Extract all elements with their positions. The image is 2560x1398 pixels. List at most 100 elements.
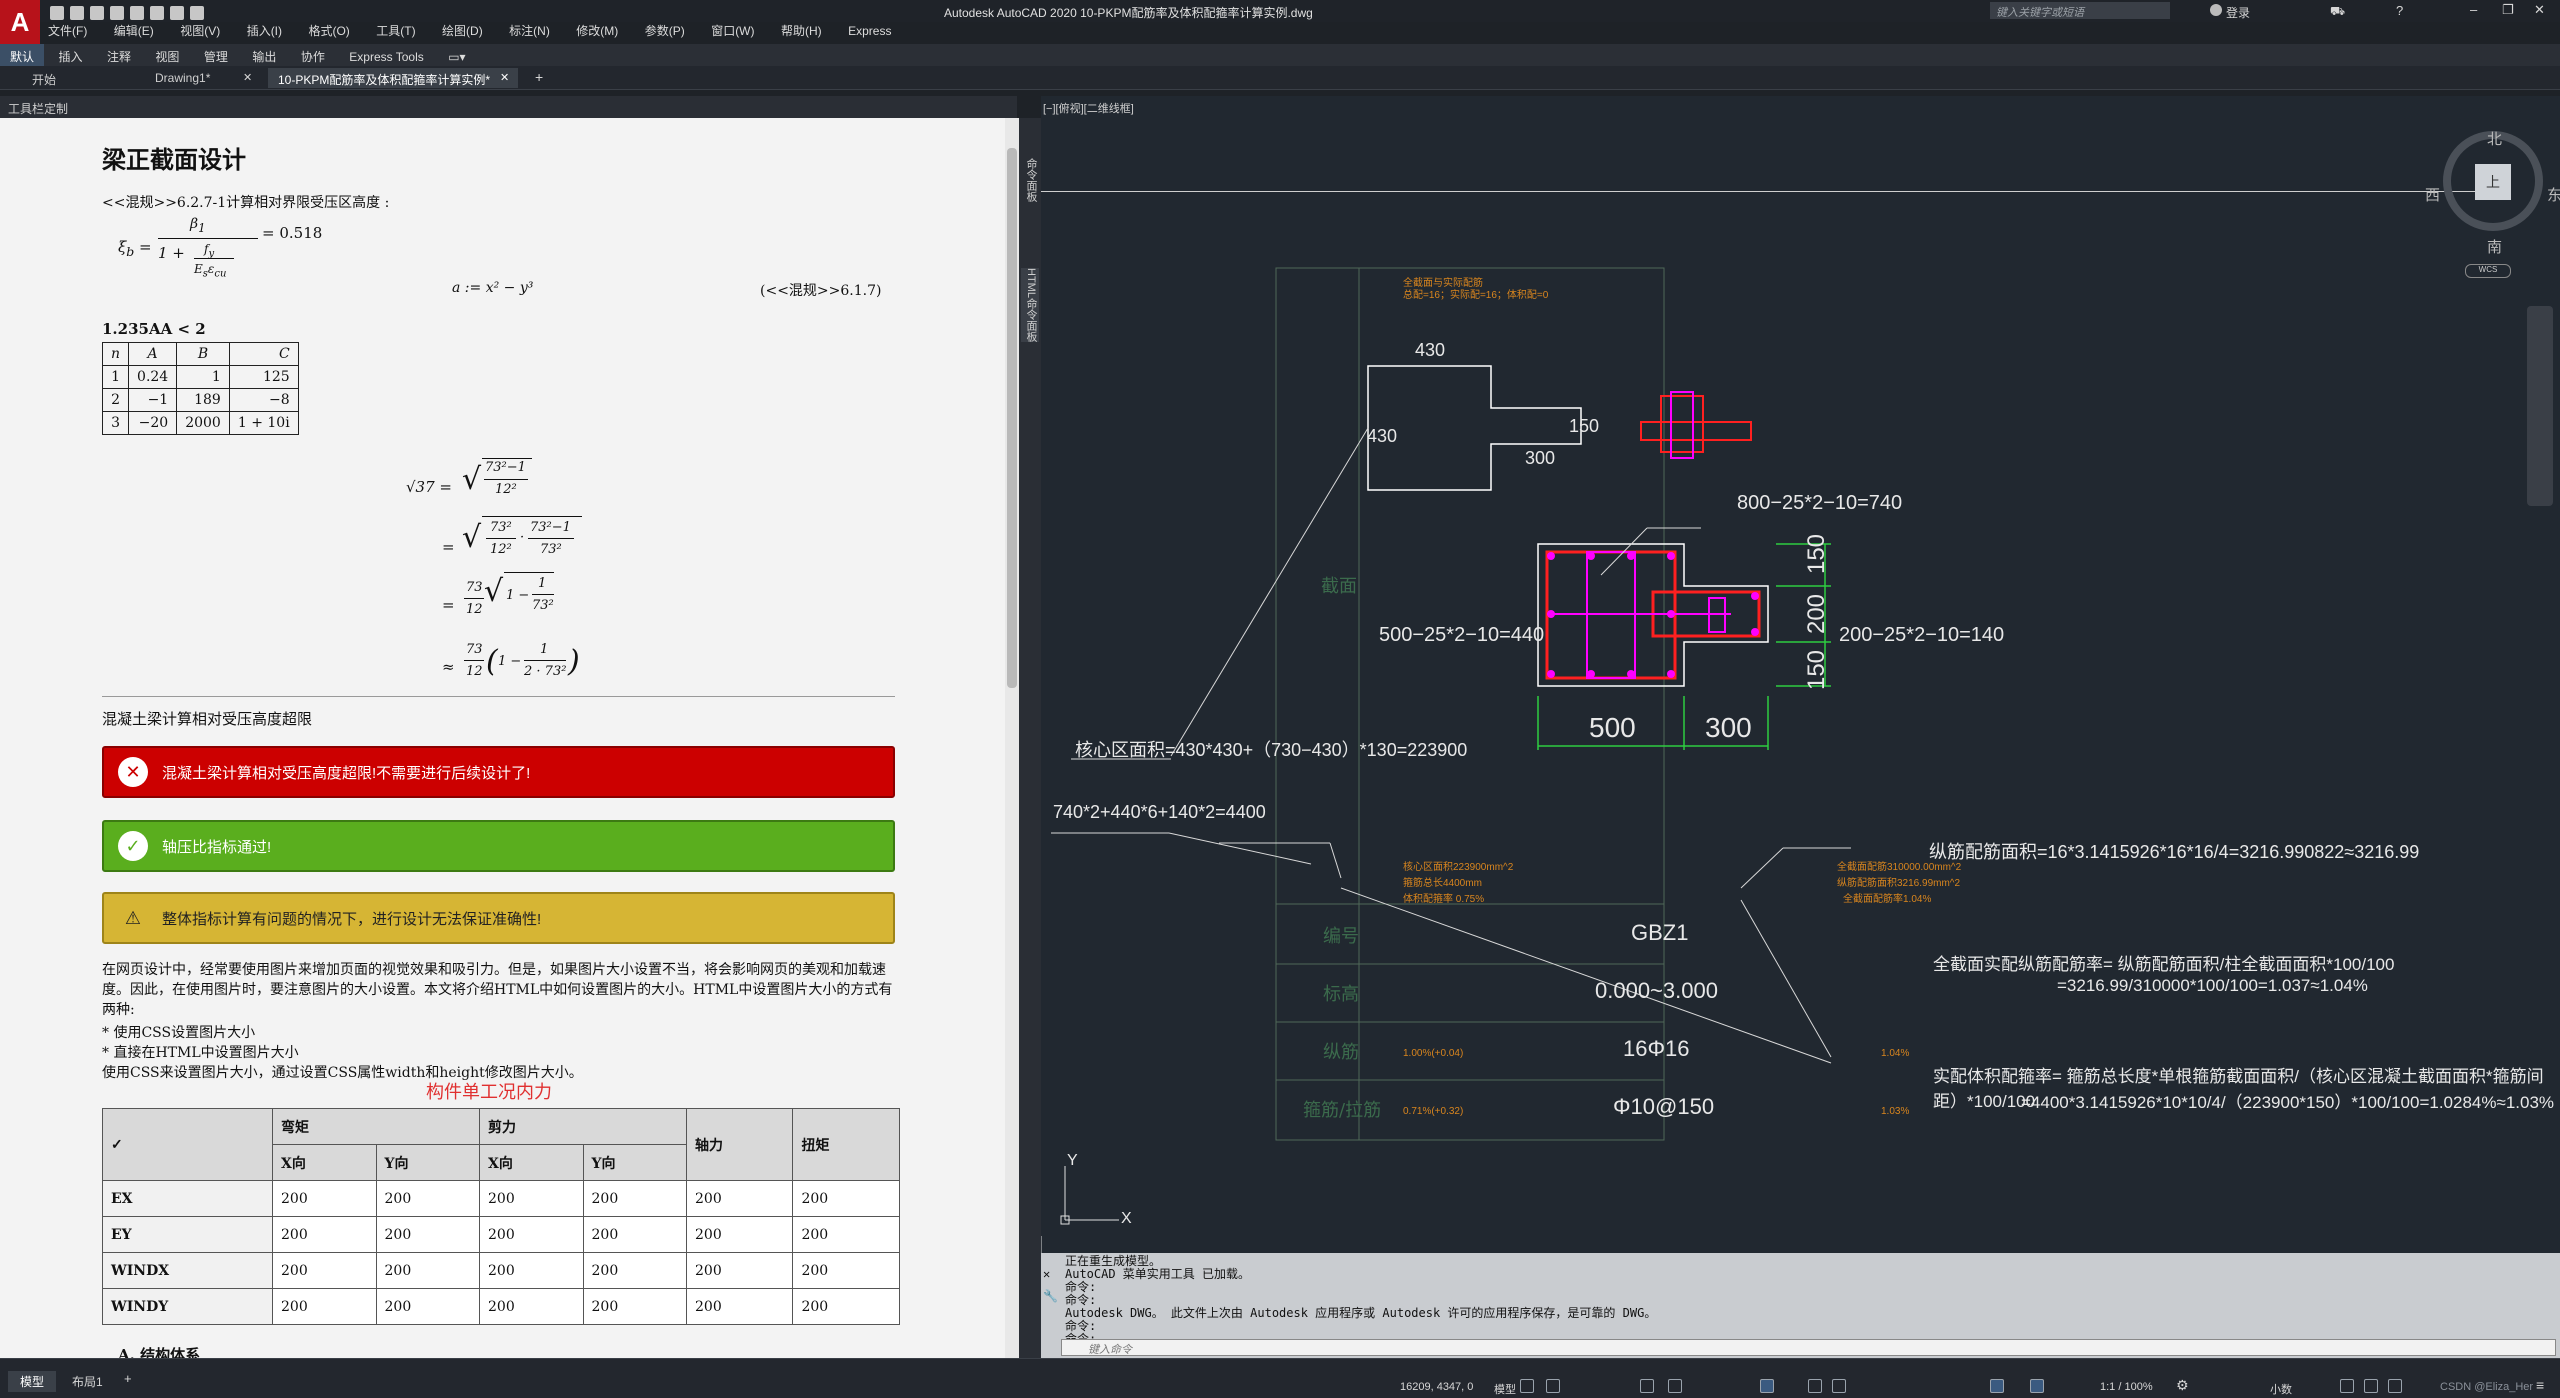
saveas-icon[interactable]: [110, 5, 124, 20]
small-note: 体积配箍率 0.75%: [1403, 894, 1485, 905]
grid-icon[interactable]: [1520, 1379, 1534, 1393]
menu-window[interactable]: 窗口(W): [711, 22, 754, 39]
units-dropdown[interactable]: 小数: [2270, 1381, 2292, 1397]
autocad-logo[interactable]: A: [0, 0, 40, 44]
selection-cycling-icon[interactable]: [1990, 1379, 2004, 1393]
add-layout-icon[interactable]: +: [124, 1371, 132, 1386]
annotation-icon[interactable]: [2030, 1379, 2044, 1393]
table-cell: 200: [582, 1252, 687, 1289]
dim-text: 300: [1705, 712, 1752, 743]
menu-format[interactable]: 格式(O): [308, 22, 349, 39]
ortho-icon[interactable]: [1640, 1379, 1654, 1393]
table-row: EX 200 200 200 200 200 200: [102, 1180, 900, 1217]
snap-icon[interactable]: [1546, 1379, 1560, 1393]
layout-tab-model[interactable]: 模型: [8, 1371, 57, 1392]
alert-error-text: 混凝土梁计算相对受压高度超限!不需要进行后续设计了!: [162, 764, 531, 782]
bullet-item: * 使用CSS设置图片大小: [102, 1025, 256, 1041]
watermark: CSDN @Eliza_Her: [2440, 1381, 2534, 1393]
history-line: 命令:: [1065, 1280, 1097, 1294]
side-tab-html[interactable]: HTML命令面板: [1021, 268, 1039, 342]
table-cell: 3: [101, 411, 130, 435]
customize-icon[interactable]: ≡: [2536, 1377, 2544, 1393]
html-document-panel: 梁正截面设计 <<混规>>6.2.7-1计算相对界限受压区高度 : ξb = β…: [0, 118, 1005, 1358]
search-input[interactable]: 键入关键字或短语: [1990, 2, 2170, 19]
drawing-frame: [1275, 267, 1665, 1141]
scrollbar[interactable]: [1005, 118, 1019, 1358]
history-line: AutoCAD 菜单实用工具 已加载。: [1065, 1267, 1251, 1281]
document-tabs: 开始 Drawing1* ✕ 10-PKPM配筋率及体积配箍率计算实例* ✕ +: [0, 66, 2560, 90]
osnap-icon[interactable]: [1760, 1379, 1774, 1393]
derivation-line: =: [442, 538, 455, 556]
save-icon[interactable]: [90, 5, 104, 20]
new-icon[interactable]: [50, 5, 64, 20]
user-icon[interactable]: [2210, 4, 2222, 16]
table-row: WINDX 200 200 200 200 200 200: [102, 1252, 900, 1289]
hardware-icon[interactable]: [2364, 1379, 2378, 1393]
group-header: 剪力: [479, 1108, 687, 1145]
layout-tab-layout1[interactable]: 布局1: [68, 1371, 107, 1392]
menu-draw[interactable]: 绘图(D): [442, 22, 483, 39]
ribbon-toggle-icon[interactable]: ▭▾: [438, 46, 475, 68]
menu-dimension[interactable]: 标注(N): [509, 22, 550, 39]
menu-express[interactable]: Express: [848, 24, 891, 38]
close-button[interactable]: ✕: [2534, 2, 2545, 18]
cloud-icon[interactable]: [130, 5, 144, 20]
table-cell: 200: [375, 1252, 480, 1289]
menu-view[interactable]: 视图(V): [180, 22, 220, 39]
window-title: Autodesk AutoCAD 2020 10-PKPM配筋率及体积配箍率计算…: [944, 6, 1313, 20]
menu-edit[interactable]: 编辑(E): [114, 22, 154, 39]
table-row-label: 标高: [1323, 984, 1359, 1005]
minimize-button[interactable]: –: [2470, 2, 2477, 17]
drawing-canvas[interactable]: [−][俯视][二维线框] 上 北 南 西 东 WCS 430 430 150 …: [1041, 96, 2560, 1253]
restore-button[interactable]: ❐: [2502, 2, 2514, 18]
full-ratio-note: =3216.99/310000*100/100=1.037≈1.04%: [2057, 976, 2368, 995]
polar-icon[interactable]: [1668, 1379, 1682, 1393]
table-header: A: [128, 342, 178, 366]
sub-header: X向: [272, 1144, 377, 1181]
tab-express-tools[interactable]: Express Tools: [339, 46, 433, 68]
alert-success-text: 轴压比指标通过!: [162, 838, 272, 856]
undo-icon[interactable]: [170, 5, 184, 20]
isolate-icon[interactable]: [2340, 1379, 2354, 1393]
table-cell: 200: [272, 1252, 377, 1289]
menu-tools[interactable]: 工具(T): [376, 22, 415, 39]
model-space-button[interactable]: 模型: [1494, 1381, 1516, 1397]
help-icon[interactable]: ?: [2396, 3, 2403, 18]
close-tab-icon[interactable]: ✕: [500, 71, 509, 84]
table-row-label: 纵筋: [1323, 1042, 1359, 1063]
table-row-value: Φ10@150: [1613, 1094, 1715, 1119]
menu-parametric[interactable]: 参数(P): [645, 22, 685, 39]
doc-tab-active[interactable]: 10-PKPM配筋率及体积配箍率计算实例*: [268, 68, 518, 88]
menu-insert[interactable]: 插入(I): [247, 22, 282, 39]
table-cell: 200: [272, 1216, 377, 1253]
perimeter-note: 740*2+440*6+140*2=4400: [1053, 802, 1266, 822]
annotation-scale[interactable]: 1:1 / 100%: [2100, 1381, 2153, 1393]
command-close-icon[interactable]: ✕: [1043, 1267, 1050, 1281]
workspace-icon[interactable]: ⚙: [2176, 1377, 2189, 1394]
rebar-sketch: [1660, 395, 1704, 453]
print-icon[interactable]: [150, 5, 164, 20]
panel-header: 工具栏定制: [0, 96, 1017, 118]
command-settings-icon[interactable]: 🔧: [1043, 1289, 1058, 1303]
scroll-thumb[interactable]: [1007, 148, 1017, 688]
fullscreen-icon[interactable]: [2388, 1379, 2402, 1393]
table-cell: 2000: [176, 411, 230, 435]
close-tab-icon[interactable]: ✕: [243, 71, 252, 84]
redo-icon[interactable]: [190, 5, 204, 20]
side-tab-command[interactable]: 命令面板: [1021, 158, 1039, 202]
doc-tab-start[interactable]: 开始: [22, 68, 66, 88]
command-input[interactable]: 键入命令: [1061, 1339, 2556, 1356]
warning-icon: ⚠: [124, 907, 142, 928]
new-tab-icon[interactable]: +: [535, 69, 543, 85]
open-icon[interactable]: [70, 5, 84, 20]
rebar-sketch: [1640, 421, 1752, 441]
login-link[interactable]: 登录: [2226, 4, 2250, 21]
table-cell: 200: [479, 1252, 584, 1289]
menu-file[interactable]: 文件(F): [48, 22, 87, 39]
transparency-icon[interactable]: [1832, 1379, 1846, 1393]
menu-modify[interactable]: 修改(M): [576, 22, 618, 39]
menu-help[interactable]: 帮助(H): [781, 22, 822, 39]
cart-icon[interactable]: ⛟: [2330, 4, 2345, 20]
ribbon-tabs: 默认 插入 注释 视图 管理 输出 协作 Express Tools ▭▾: [0, 44, 2560, 69]
lineweight-icon[interactable]: [1808, 1379, 1822, 1393]
